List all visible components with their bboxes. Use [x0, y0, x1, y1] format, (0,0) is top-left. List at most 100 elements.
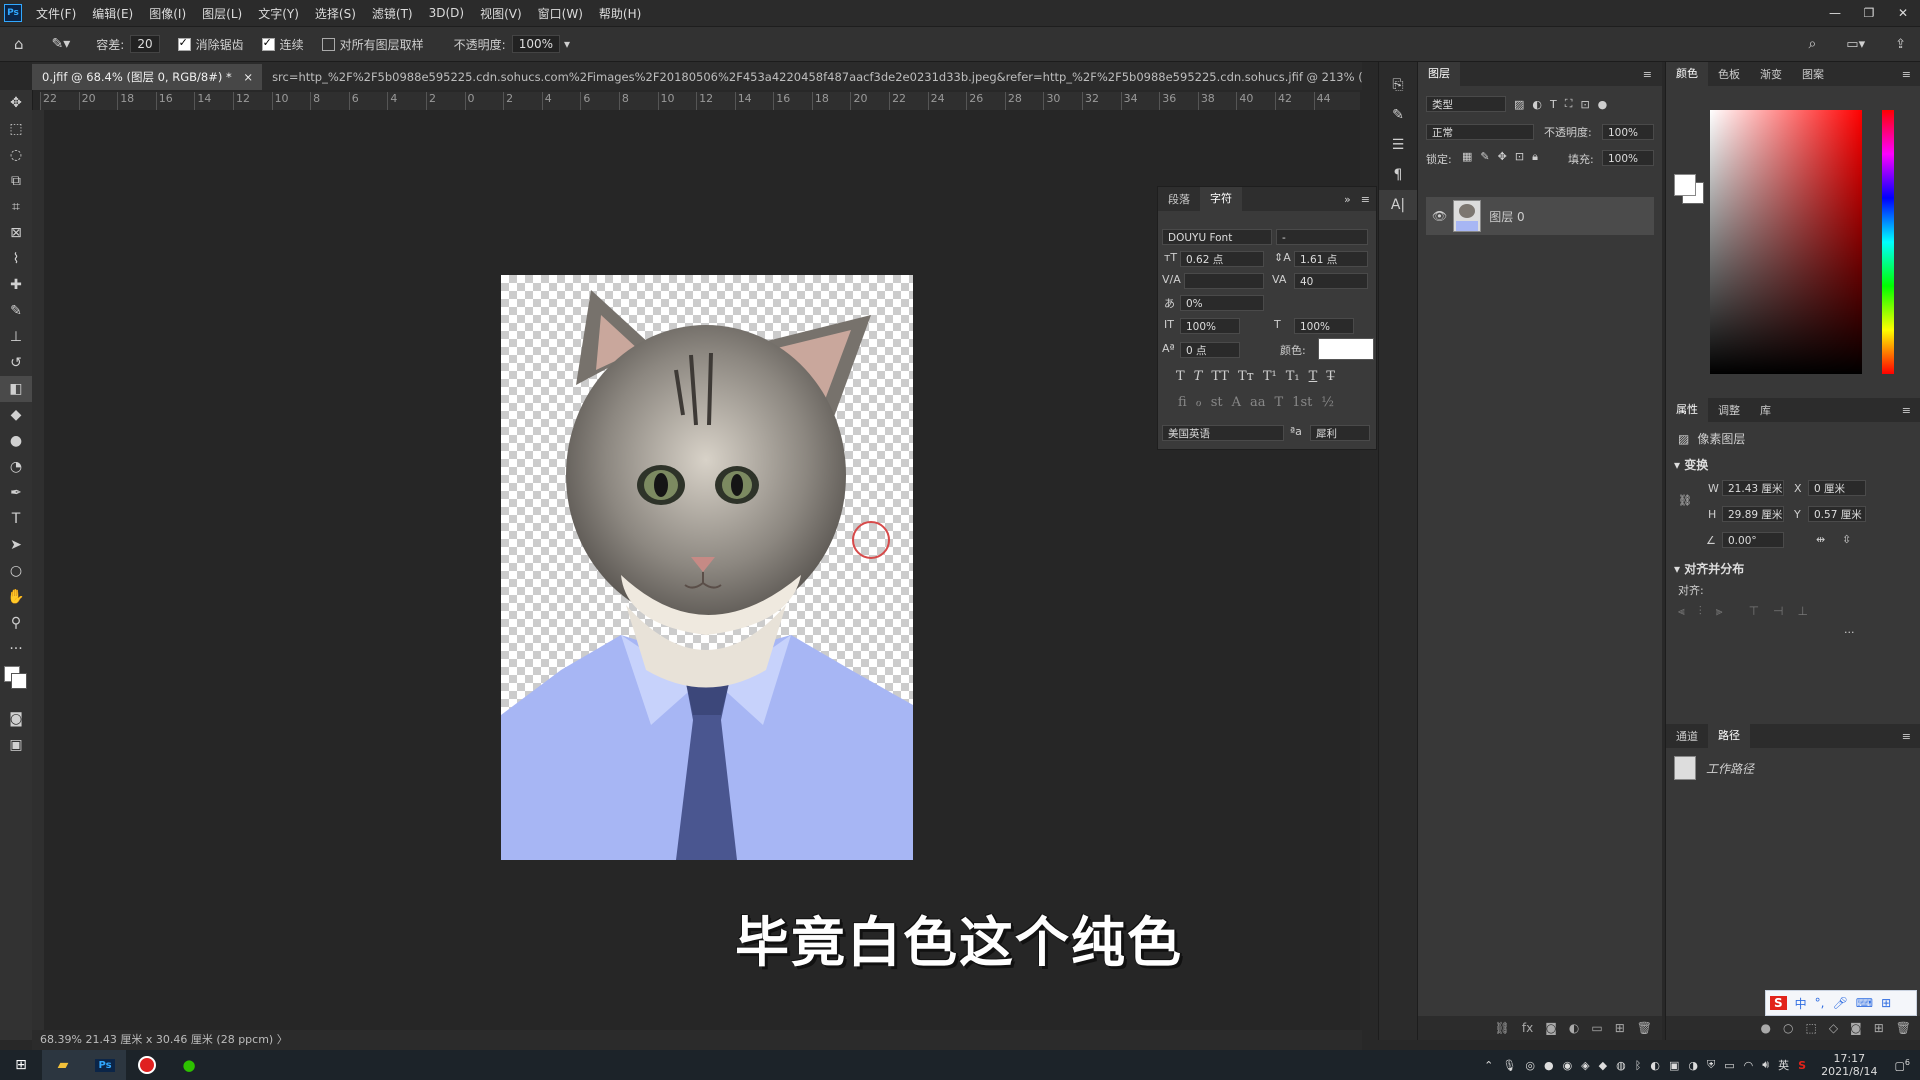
stroke-path-icon[interactable]: ○ [1783, 1021, 1793, 1035]
crop-tool-icon[interactable]: ⌗ [0, 194, 32, 220]
more-tools-icon[interactable]: ··· [0, 636, 32, 662]
tab-libraries[interactable]: 库 [1750, 402, 1781, 418]
tab-color[interactable]: 颜色 [1666, 62, 1708, 86]
show-hidden-icons[interactable]: ⌃ [1484, 1059, 1493, 1072]
blur-tool-icon[interactable]: ● [0, 428, 32, 454]
layer-filter-select[interactable]: 类型 [1426, 96, 1506, 112]
filter-adjustment-icon[interactable]: ◐ [1532, 98, 1542, 111]
superscript-button[interactable]: T¹ [1263, 369, 1277, 384]
filter-shape-icon[interactable]: ⛶ [1565, 97, 1573, 111]
panel-menu-icon[interactable]: ≡ [1892, 68, 1920, 81]
menu-select[interactable]: 选择(S) [307, 5, 364, 22]
new-path-icon[interactable]: ⊞ [1874, 1021, 1884, 1035]
tab-patterns[interactable]: 图案 [1792, 66, 1834, 82]
tab-properties[interactable]: 属性 [1666, 398, 1708, 422]
lock-transparent-icon[interactable]: ▦ [1462, 150, 1472, 164]
antialias-select[interactable]: 犀利 [1310, 425, 1370, 441]
color-picker-field[interactable] [1710, 110, 1862, 374]
chevron-down-icon[interactable]: ▾ [1674, 458, 1684, 472]
flip-horizontal-icon[interactable]: ⇹ [1816, 533, 1825, 546]
adjustments-icon[interactable]: ☰ [1379, 130, 1417, 160]
wechat-tray-icon[interactable]: ● [1544, 1059, 1554, 1072]
move-tool-icon[interactable]: ✥ [0, 90, 32, 116]
stylistic-alternates-button[interactable]: aa [1250, 395, 1266, 410]
swash-button[interactable]: A [1232, 395, 1241, 410]
font-family-select[interactable]: DOUYU Font [1162, 229, 1272, 245]
align-bottom-icon[interactable]: ⊥ [1797, 604, 1807, 619]
align-vcenter-icon[interactable]: ⊣ [1773, 604, 1783, 619]
frame-tool-icon[interactable]: ⊠ [0, 220, 32, 246]
fill-input[interactable]: 100% [1602, 150, 1654, 166]
font-size-input[interactable]: 0.62 点 [1180, 251, 1264, 267]
tray-app-icon[interactable]: ◎ [1525, 1059, 1535, 1072]
keyboard-icon[interactable]: ⌨ [1856, 996, 1873, 1010]
toolbox-icon[interactable]: ⊞ [1881, 996, 1891, 1010]
bluetooth-icon[interactable]: ᛒ [1635, 1059, 1642, 1072]
align-hcenter-icon[interactable]: ⫶ [1699, 604, 1702, 619]
menu-edit[interactable]: 编辑(E) [84, 5, 141, 22]
panel-menu-icon[interactable]: ≡ [1633, 68, 1662, 81]
filter-toggle-icon[interactable]: ● [1598, 98, 1608, 111]
lock-artboard-icon[interactable]: ⊡ [1515, 150, 1524, 164]
volume-icon[interactable]: 🔊︎ [1762, 1058, 1769, 1072]
tab-swatches[interactable]: 色板 [1708, 66, 1750, 82]
collapse-icon[interactable]: » [1340, 193, 1355, 206]
tab-close-icon[interactable]: × [243, 70, 253, 84]
blend-mode-select[interactable]: 正常 [1426, 124, 1534, 140]
strikethrough-button[interactable]: T̶ [1326, 369, 1335, 384]
sogou-logo-icon[interactable]: S [1770, 996, 1787, 1010]
hand-tool-icon[interactable]: ✋ [0, 584, 32, 610]
microphone-icon[interactable]: 🎤︎ [1833, 996, 1848, 1010]
document-canvas[interactable] [501, 275, 913, 860]
new-layer-icon[interactable]: ⊞ [1615, 1021, 1625, 1035]
font-style-select[interactable]: - [1276, 229, 1368, 245]
tab-layers[interactable]: 图层 [1418, 62, 1460, 86]
home-icon[interactable]: ⌂ [14, 35, 24, 53]
faux-bold-button[interactable]: T [1176, 369, 1185, 384]
tab-paths[interactable]: 路径 [1708, 724, 1750, 748]
background-color-swatch[interactable] [11, 673, 27, 689]
lasso-tool-icon[interactable]: ◌ [0, 142, 32, 168]
sample-all-checkbox[interactable] [321, 37, 335, 51]
add-mask-icon[interactable]: ◙ [1850, 1021, 1862, 1035]
link-layers-icon[interactable]: ⛓ [1495, 1021, 1510, 1035]
foreground-color-swatch[interactable] [1674, 174, 1696, 196]
eye-icon[interactable]: 👁︎ [1432, 209, 1447, 223]
document-tab[interactable]: src=http_%2F%2F5b0988e595225.cdn.sohucs.… [262, 64, 1362, 90]
type-tool-icon[interactable]: T [0, 506, 32, 532]
menu-filter[interactable]: 滤镜(T) [364, 5, 421, 22]
color-swatches[interactable] [0, 662, 32, 706]
tab-gradients[interactable]: 渐变 [1750, 66, 1792, 82]
input-language[interactable]: 英 [1778, 1057, 1789, 1073]
align-top-icon[interactable]: ⊤ [1749, 604, 1759, 619]
menu-view[interactable]: 视图(V) [472, 5, 530, 22]
clock[interactable]: 17:17 2021/8/14 [1821, 1052, 1877, 1078]
ligature-button[interactable]: fi [1178, 395, 1187, 410]
layer-opacity-input[interactable]: 100% [1602, 124, 1654, 140]
steam-icon[interactable]: ◍ [1616, 1059, 1626, 1072]
make-path-icon[interactable]: ◇ [1829, 1021, 1838, 1035]
tolerance-input[interactable]: 20 [130, 35, 160, 53]
tray-app-icon[interactable]: ◈ [1581, 1059, 1589, 1072]
dodge-tool-icon[interactable]: ◔ [0, 454, 32, 480]
restore-button[interactable]: ❐ [1852, 6, 1886, 20]
subscript-button[interactable]: T₁ [1286, 369, 1300, 384]
kerning-input[interactable] [1184, 273, 1264, 289]
pen-tool-icon[interactable]: ✒ [0, 480, 32, 506]
panel-menu-icon[interactable]: ≡ [1892, 404, 1920, 417]
lock-position-icon[interactable]: ✥ [1498, 150, 1507, 164]
path-row[interactable]: 工作路径 [1674, 756, 1754, 780]
opacity-input[interactable]: 100% [511, 35, 561, 53]
brush-tool-icon[interactable]: ✎ [0, 298, 32, 324]
tray-app-icon[interactable]: ▭ [1724, 1059, 1734, 1072]
layer-row[interactable]: 👁︎ 图层 0 [1426, 197, 1654, 235]
tab-adjustments[interactable]: 调整 [1708, 402, 1750, 418]
wifi-icon[interactable]: ◠ [1744, 1059, 1754, 1072]
file-explorer-icon[interactable]: ▰ [42, 1050, 84, 1080]
vertical-scale-input[interactable]: 100% [1180, 318, 1240, 334]
contextual-alternates-button[interactable]: ℴ [1196, 395, 1202, 410]
tray-app-icon[interactable]: ◑ [1688, 1059, 1698, 1072]
object-select-tool-icon[interactable]: ⧉ [0, 168, 32, 194]
character-icon[interactable]: A| [1379, 190, 1417, 220]
menu-type[interactable]: 文字(Y) [250, 5, 307, 22]
